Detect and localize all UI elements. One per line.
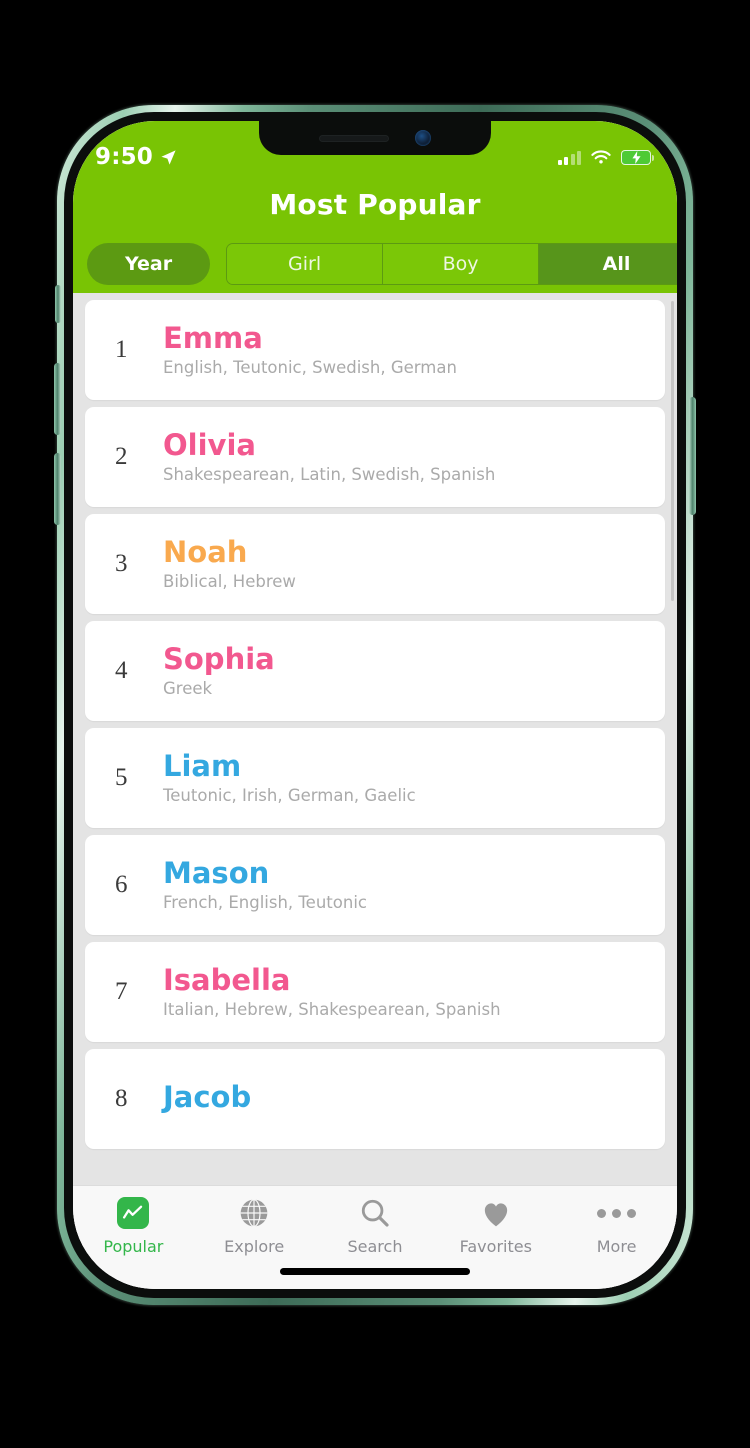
name-origins: French, English, Teutonic [163,892,367,912]
tab-label-explore: Explore [224,1237,285,1256]
name-card[interactable]: 7 Isabella Italian, Hebrew, Shakespearean,… [85,942,665,1042]
phone-bezel: 9:50 Most Popular Year Girl Boy All 1 Em… [64,112,686,1298]
filter-bar: Year Girl Boy All [73,235,677,293]
tab-explore[interactable]: Explore [194,1196,315,1256]
volume-down-button[interactable] [54,453,61,525]
name-rank: 8 [115,1085,128,1112]
name-card[interactable]: 5 Liam Teutonic, Irish, German, Gaelic [85,728,665,828]
segment-girl[interactable]: Girl [227,244,384,284]
status-bar-left: 9:50 [95,144,177,170]
app-root: 9:50 Most Popular Year Girl Boy All 1 Em… [73,121,677,1289]
power-button[interactable] [689,397,696,515]
name-card-text: Noah Biblical, Hebrew [163,535,296,591]
tab-label-search: Search [347,1237,403,1256]
title-row: Most Popular [73,173,677,235]
name-rank: 1 [115,336,128,363]
phone-device-frame: 9:50 Most Popular Year Girl Boy All 1 Em… [54,105,696,1305]
tab-search[interactable]: Search [315,1196,436,1256]
name-rank: 3 [115,550,128,577]
name-origins: Shakespearean, Latin, Swedish, Spanish [163,464,496,484]
tab-label-popular: Popular [103,1237,164,1256]
name-card[interactable]: 8 Jacob [85,1049,665,1149]
ellipsis-icon [597,1196,637,1230]
search-icon [359,1196,391,1230]
front-camera-icon [415,130,431,146]
name-card[interactable]: 3 Noah Biblical, Hebrew [85,514,665,614]
name-card[interactable]: 1 Emma English, Teutonic, Swedish, German [85,300,665,400]
status-bar-right [557,149,654,166]
name-title: Jacob [163,1079,252,1114]
cellular-signal-icon [557,150,581,165]
tab-favorites[interactable]: Favorites [435,1196,556,1256]
name-card-text: Olivia Shakespearean, Latin, Swedish, Spa… [163,428,496,484]
name-title: Emma [163,321,263,356]
name-card-text: Emma English, Teutonic, Swedish, German [163,321,457,377]
name-title: Noah [163,535,248,570]
name-rank: 5 [115,764,128,791]
line-chart-icon [117,1196,150,1230]
name-card[interactable]: 6 Mason French, English, Teutonic [85,835,665,935]
name-title: Mason [163,856,270,891]
name-title: Liam [163,749,242,784]
gender-segmented-control[interactable]: Girl Boy All [226,243,677,285]
name-card-text: Liam Teutonic, Irish, German, Gaelic [163,749,416,805]
location-arrow-icon [161,149,176,165]
name-origins: Biblical, Hebrew [163,571,296,591]
name-card-text: Sophia Greek [163,642,275,698]
notch [259,121,491,155]
name-rank: 4 [115,657,128,684]
heart-icon [480,1196,512,1230]
name-card-text: Jacob [163,1079,252,1116]
popular-names-list[interactable]: 1 Emma English, Teutonic, Swedish, German 2… [73,293,677,1185]
name-title: Olivia [163,428,256,463]
list-scrollbar[interactable] [671,301,674,601]
tab-label-more: More [596,1237,637,1256]
status-time: 9:50 [95,144,154,170]
name-title: Sophia [163,642,275,677]
name-origins: Italian, Hebrew, Shakespearean, Spanish [163,999,501,1019]
name-rank: 2 [115,443,128,470]
tab-label-favorites: Favorites [459,1237,532,1256]
battery-charging-icon [621,149,654,165]
name-card-text: Mason French, English, Teutonic [163,856,367,912]
globe-icon [238,1196,270,1230]
name-rank: 6 [115,871,128,898]
page-title: Most Popular [269,187,481,221]
name-card-text: Isabella Italian, Hebrew, Shakespearean, … [163,963,501,1019]
volume-up-button[interactable] [54,363,61,435]
tab-popular[interactable]: Popular [73,1196,194,1256]
name-origins: Greek [163,678,213,698]
tab-more[interactable]: More [556,1196,677,1256]
name-origins: Teutonic, Irish, German, Gaelic [163,785,416,805]
name-title: Isabella [163,963,291,998]
home-indicator[interactable] [280,1268,470,1275]
segment-all[interactable]: All [539,244,677,284]
wifi-icon [591,149,611,164]
silent-switch-button[interactable] [55,285,61,323]
name-origins: English, Teutonic, Swedish, German [163,357,457,377]
segment-boy[interactable]: Boy [383,244,540,284]
phone-screen: 9:50 Most Popular Year Girl Boy All 1 Em… [73,121,677,1289]
year-filter-button[interactable]: Year [87,243,211,285]
name-rank: 7 [115,978,128,1005]
name-card[interactable]: 2 Olivia Shakespearean, Latin, Swedish, Sp… [85,407,665,507]
earpiece-speaker-icon [319,134,389,142]
name-card[interactable]: 4 Sophia Greek [85,621,665,721]
